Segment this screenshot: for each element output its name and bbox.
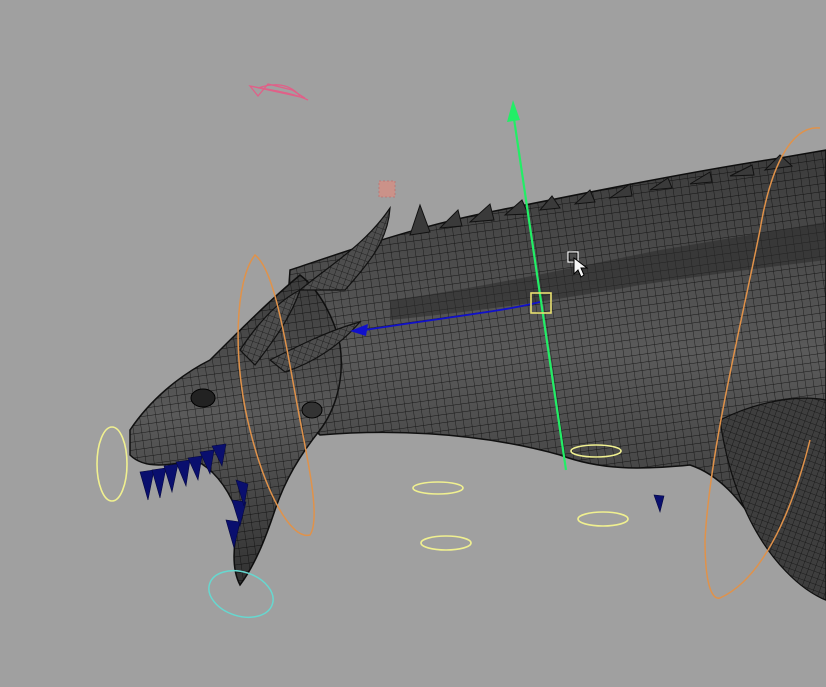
dragon-eye-right: [301, 401, 323, 419]
viewport-3d[interactable]: [0, 0, 826, 687]
neck-control-2[interactable]: [420, 535, 472, 551]
y-axis-arrowhead[interactable]: [507, 100, 520, 122]
neck-control-4[interactable]: [577, 511, 629, 527]
small-locator[interactable]: [378, 180, 396, 198]
snout-control[interactable]: [96, 426, 128, 502]
dragon-eye-left: [190, 388, 216, 408]
locator[interactable]: [248, 83, 309, 101]
scene-svg[interactable]: [0, 0, 826, 687]
neck-control-1[interactable]: [412, 481, 464, 495]
dragon-mesh[interactable]: [129, 149, 826, 601]
